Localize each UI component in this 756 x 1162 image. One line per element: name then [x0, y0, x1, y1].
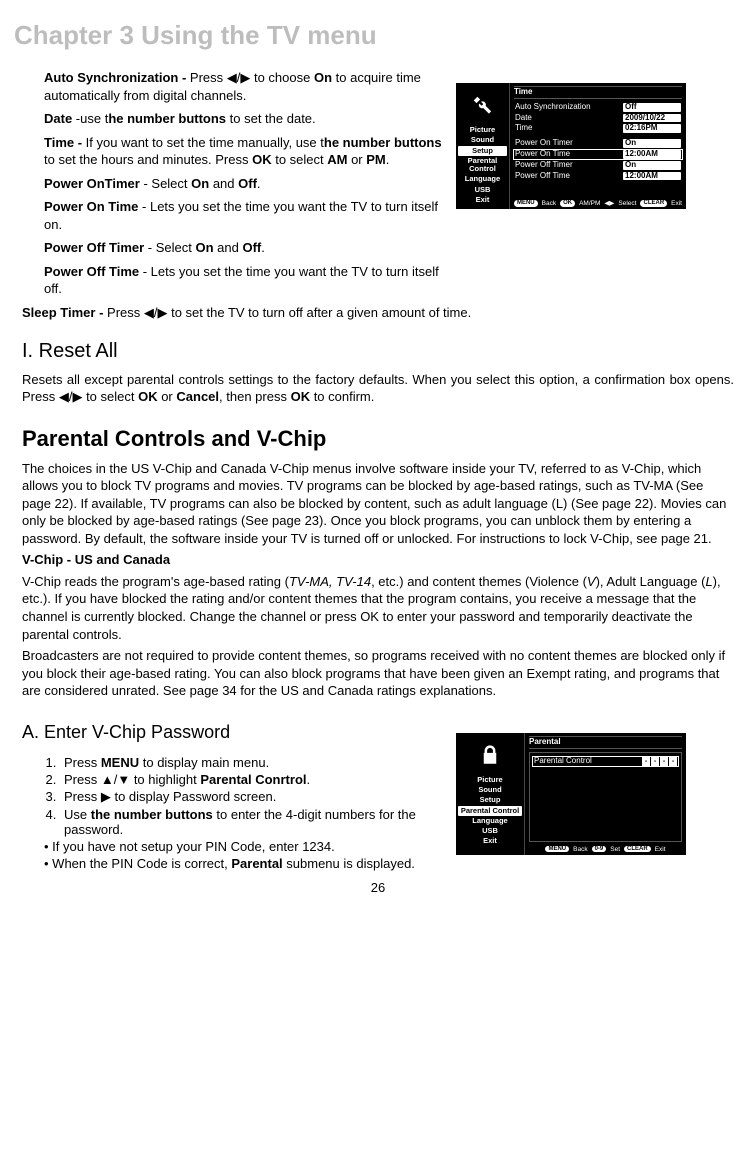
osd-row[interactable]: Time02:16PM: [514, 124, 682, 133]
reset-all-body: Resets all except parental controls sett…: [22, 371, 734, 406]
vchip-paragraph-2: V-Chip reads the program's age-based rat…: [22, 573, 734, 643]
menu-item[interactable]: Sound: [456, 785, 524, 795]
parental-controls-heading: Parental Controls and V-Chip: [22, 426, 734, 452]
page-number: 26: [0, 880, 756, 895]
bullet-2: When the PIN Code is correct, Parental s…: [44, 856, 442, 871]
menu-item[interactable]: Language: [456, 816, 524, 826]
menu-item-selected[interactable]: Parental Control: [458, 806, 522, 816]
osd-parental-menu: Picture Sound Setup Parental Control Lan…: [456, 733, 686, 855]
menu-item[interactable]: Setup: [456, 795, 524, 805]
reset-all-heading: I. Reset All: [22, 340, 734, 363]
osd-panel-title: Parental: [529, 736, 682, 749]
osd-row-highlighted[interactable]: Parental Control ----: [533, 757, 678, 766]
osd-time-menu: Picture Sound Setup Parental Control Lan…: [456, 83, 686, 209]
menu-item[interactable]: USB: [456, 826, 524, 836]
time-text: Time - If you want to set the time manua…: [44, 134, 442, 169]
osd-row[interactable]: Power Off Time12:00AM: [514, 172, 682, 181]
step-4: Use the number buttons to enter the 4-di…: [60, 807, 442, 837]
bullets-list: If you have not setup your PIN Code, ent…: [44, 839, 442, 871]
step-1: Press MENU to display main menu.: [60, 755, 442, 770]
lock-icon: [474, 741, 506, 769]
osd-footer: MENUBack OKAM/PM ◀▶Select CLEARExit: [514, 196, 682, 207]
osd-row[interactable]: Power Off TimerOn: [514, 161, 682, 170]
sleep-timer-text: Sleep Timer - Press ◀/▶ to set the TV to…: [22, 304, 734, 322]
menu-item[interactable]: Parental Control: [456, 156, 509, 175]
power-on-timer-text: Power OnTimer - Select On and Off.: [44, 175, 442, 193]
menu-item[interactable]: Language: [456, 174, 509, 184]
osd-row[interactable]: Date2009/10/22: [514, 114, 682, 123]
steps-list: Press MENU to display main menu. Press ▲…: [60, 755, 442, 837]
osd-row-highlighted[interactable]: Power On Time12:00AM: [514, 150, 682, 159]
step-2: Press ▲/▼ to highlight Parental Conrtrol…: [60, 772, 442, 787]
date-text: Date -use the number buttons to set the …: [44, 110, 442, 128]
step-3: Press ▶ to display Password screen.: [60, 789, 442, 805]
menu-item[interactable]: Exit: [456, 195, 509, 205]
vchip-paragraph-1: The choices in the US V-Chip and Canada …: [22, 460, 734, 548]
osd-row[interactable]: Power On TimerOn: [514, 139, 682, 148]
power-off-time-text: Power Off Time - Lets you set the time y…: [44, 263, 442, 298]
bullet-1: If you have not setup your PIN Code, ent…: [44, 839, 442, 854]
osd-panel-title: Time: [514, 86, 682, 99]
osd-footer: MENUBack 0-9Set CLEARExit: [529, 842, 682, 853]
vchip-subheading: V-Chip - US and Canada: [22, 551, 734, 569]
auto-sync-text: Auto Synchronization - Press ◀/▶ to choo…: [44, 69, 442, 104]
wrench-icon: [466, 91, 498, 119]
menu-item[interactable]: Sound: [456, 135, 509, 145]
power-on-time-text: Power On Time - Lets you set the time yo…: [44, 198, 442, 233]
menu-item[interactable]: USB: [456, 185, 509, 195]
menu-item[interactable]: Picture: [456, 775, 524, 785]
menu-item[interactable]: Exit: [456, 836, 524, 846]
power-off-timer-text: Power Off Timer - Select On and Off.: [44, 239, 442, 257]
menu-item[interactable]: Picture: [456, 125, 509, 135]
password-field[interactable]: ----: [642, 757, 677, 766]
osd-row[interactable]: Auto SynchronizationOff: [514, 103, 682, 112]
vchip-paragraph-3: Broadcasters are not required to provide…: [22, 647, 734, 700]
menu-item-selected[interactable]: Setup: [458, 146, 507, 156]
chapter-title: Chapter 3 Using the TV menu: [14, 20, 734, 51]
